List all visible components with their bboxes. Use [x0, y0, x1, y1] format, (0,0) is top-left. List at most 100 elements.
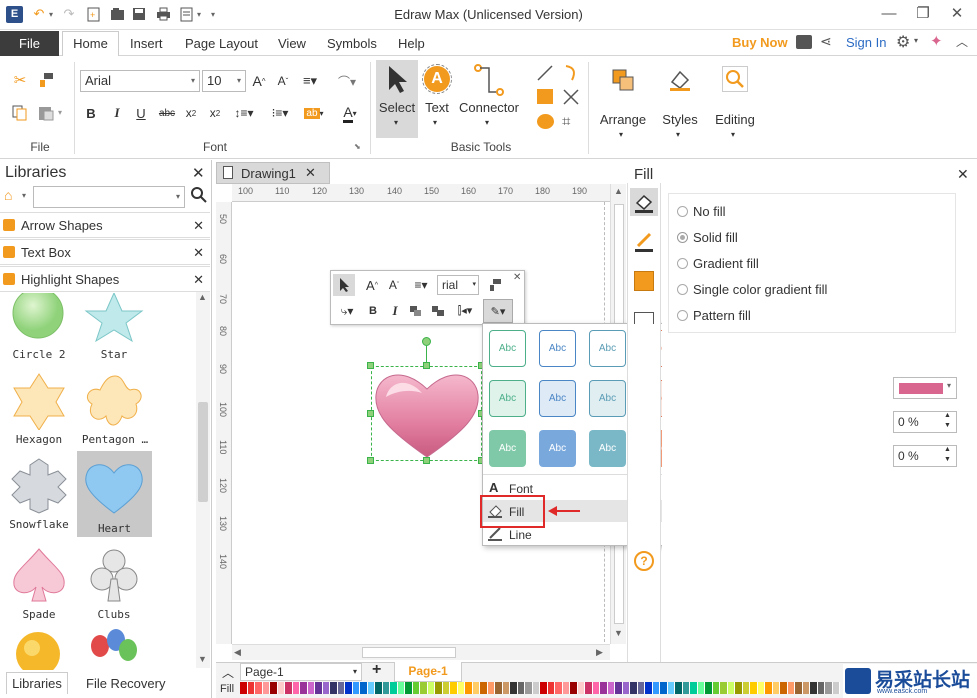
- single-gradient-radio[interactable]: [677, 284, 688, 295]
- palette-color[interactable]: [682, 682, 690, 694]
- share-icon[interactable]: ⋖: [820, 33, 832, 50]
- mini-decrease-font-icon[interactable]: Aˇ: [385, 275, 403, 295]
- resize-handle[interactable]: [367, 457, 374, 464]
- palette-color[interactable]: [637, 682, 645, 694]
- paste-dropdown-icon[interactable]: ▾: [58, 108, 62, 117]
- palette-color[interactable]: [390, 682, 398, 694]
- close-window-button[interactable]: ✕: [946, 4, 968, 24]
- close-tab-icon[interactable]: ✕: [305, 165, 316, 181]
- resize-handle[interactable]: [423, 457, 430, 464]
- font-color-icon[interactable]: A ▾: [336, 103, 364, 123]
- restore-button[interactable]: ❐: [912, 4, 934, 24]
- superscript-icon[interactable]: x2: [206, 103, 224, 123]
- palette-color[interactable]: [337, 682, 345, 694]
- palette-color[interactable]: [607, 682, 615, 694]
- bold-icon[interactable]: B: [82, 103, 100, 123]
- library-group-arrow-shapes[interactable]: Arrow Shapes ✕: [0, 212, 210, 238]
- palette-color[interactable]: [652, 682, 660, 694]
- rotation-handle[interactable]: [422, 337, 431, 346]
- scroll-down-icon[interactable]: ▼: [198, 654, 207, 664]
- shape-gold-circle[interactable]: [14, 630, 62, 676]
- palette-color[interactable]: [622, 682, 630, 694]
- sign-in-link[interactable]: Sign In: [846, 35, 886, 50]
- palette-color[interactable]: [315, 682, 323, 694]
- shape-balloons[interactable]: [88, 628, 140, 670]
- mini-bold-icon[interactable]: B: [365, 301, 381, 321]
- crop-icon[interactable]: ⌗: [562, 113, 570, 130]
- strikethrough-icon[interactable]: abc: [156, 103, 178, 123]
- sidebar-line-icon[interactable]: [630, 228, 658, 256]
- style-swatch[interactable]: Abc: [539, 380, 576, 417]
- palette-color[interactable]: [540, 682, 548, 694]
- ellipse-shape-icon[interactable]: [537, 114, 554, 129]
- tab-view[interactable]: View: [278, 36, 306, 51]
- palette-color[interactable]: [600, 682, 608, 694]
- increase-font-icon[interactable]: A ^: [250, 71, 268, 91]
- stepper-down-icon[interactable]: ▼: [944, 456, 951, 463]
- mini-style-icon[interactable]: ✎▾: [483, 299, 513, 323]
- palette-color[interactable]: [772, 682, 780, 694]
- scroll-up-icon[interactable]: ▲: [198, 292, 207, 302]
- palette-color[interactable]: [510, 682, 518, 694]
- scroll-left-icon[interactable]: ◀: [234, 647, 241, 658]
- style-swatch[interactable]: Abc: [539, 430, 576, 467]
- color-palette-bar[interactable]: [240, 682, 840, 694]
- resize-handle[interactable]: [367, 362, 374, 369]
- libraries-bottom-tab[interactable]: Libraries: [6, 672, 68, 694]
- palette-color[interactable]: [562, 682, 570, 694]
- tab-help[interactable]: Help: [398, 36, 425, 51]
- palette-color[interactable]: [427, 682, 435, 694]
- editing-button[interactable]: Editing ▾: [710, 64, 760, 144]
- palette-color[interactable]: [765, 682, 773, 694]
- text-tool-button[interactable]: A Text ▾: [420, 60, 454, 138]
- underline-icon[interactable]: U: [132, 103, 150, 123]
- palette-color[interactable]: [322, 682, 330, 694]
- palette-color[interactable]: [292, 682, 300, 694]
- no-fill-radio[interactable]: [677, 206, 688, 217]
- palette-color[interactable]: [735, 682, 743, 694]
- sidebar-shadow-icon[interactable]: [634, 271, 654, 291]
- palette-color[interactable]: [300, 682, 308, 694]
- shape-circle-2[interactable]: Circle 2: [4, 287, 74, 363]
- decrease-font-icon[interactable]: Aˇ: [274, 71, 292, 91]
- line-spacing-icon[interactable]: ↕≡▾: [230, 103, 258, 123]
- style-swatch[interactable]: Abc: [489, 430, 526, 467]
- arc-shape-icon[interactable]: [562, 64, 580, 85]
- selected-heart-shape[interactable]: [371, 366, 482, 461]
- copy-icon[interactable]: [10, 103, 30, 123]
- library-group-highlight-shapes[interactable]: Highlight Shapes ✕: [0, 266, 210, 292]
- theme-icon[interactable]: ✦: [930, 32, 943, 50]
- mini-arrange-icon[interactable]: [429, 301, 447, 321]
- palette-color[interactable]: [780, 682, 788, 694]
- palette-color[interactable]: [630, 682, 638, 694]
- shape-hexagon[interactable]: Hexagon: [4, 372, 74, 448]
- scroll-up-icon[interactable]: ▲: [614, 186, 623, 196]
- palette-color[interactable]: [825, 682, 833, 694]
- mini-italic-icon[interactable]: I: [387, 301, 403, 321]
- buy-now-link[interactable]: Buy Now: [732, 35, 788, 50]
- tab-insert[interactable]: Insert: [130, 36, 163, 51]
- rectangle-shape-icon[interactable]: [537, 89, 553, 104]
- paste-icon[interactable]: [36, 103, 56, 123]
- palette-color[interactable]: [382, 682, 390, 694]
- palette-color[interactable]: [547, 682, 555, 694]
- palette-color[interactable]: [705, 682, 713, 694]
- palette-color[interactable]: [555, 682, 563, 694]
- collapse-ribbon-icon[interactable]: ︿: [956, 33, 968, 50]
- palette-color[interactable]: [615, 682, 623, 694]
- palette-color[interactable]: [525, 682, 533, 694]
- sidebar-image-icon[interactable]: [634, 312, 654, 324]
- pattern-fill-radio[interactable]: [677, 310, 688, 321]
- sidebar-fill-icon[interactable]: [630, 188, 658, 216]
- palette-color[interactable]: [330, 682, 338, 694]
- mini-align-icon[interactable]: ≡▾: [409, 275, 433, 295]
- palette-color[interactable]: [495, 682, 503, 694]
- palette-color[interactable]: [240, 682, 248, 694]
- style-swatch[interactable]: Abc: [539, 330, 576, 367]
- palette-color[interactable]: [645, 682, 653, 694]
- palette-color[interactable]: [757, 682, 765, 694]
- palette-color[interactable]: [517, 682, 525, 694]
- settings-gear-icon[interactable]: ⚙: [896, 32, 910, 52]
- palette-color[interactable]: [502, 682, 510, 694]
- mini-increase-font-icon[interactable]: A ^: [363, 275, 381, 295]
